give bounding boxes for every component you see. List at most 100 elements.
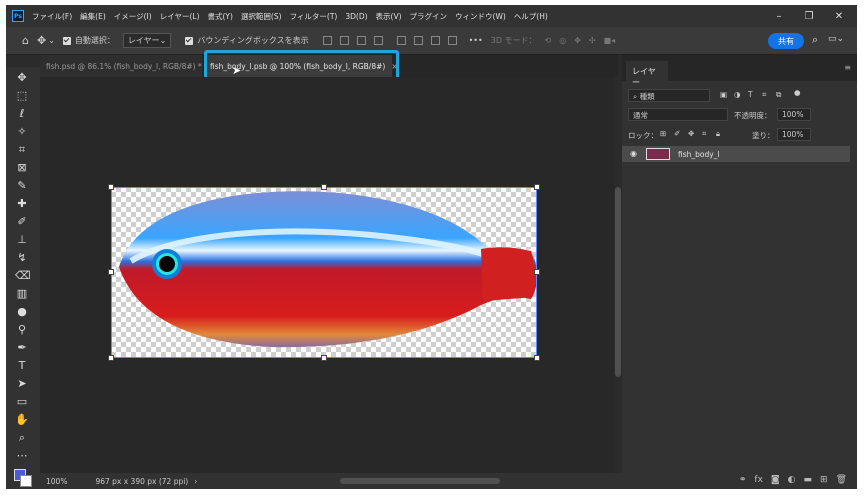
transform-handle-top-left[interactable] xyxy=(108,184,114,190)
filter-smart-object-icon[interactable]: ⧉ xyxy=(776,90,781,100)
share-button[interactable]: 共有 xyxy=(768,33,804,49)
opacity-input[interactable]: 100% xyxy=(777,108,811,121)
align-top-icon[interactable] xyxy=(373,36,383,45)
menu-type[interactable]: 書式(Y) xyxy=(208,11,233,22)
new-layer-icon[interactable]: ⊞ xyxy=(820,475,828,485)
lock-artboard-icon[interactable]: ⌗ xyxy=(702,129,706,139)
clone-stamp-tool-icon[interactable]: ⊥ xyxy=(15,233,29,247)
blur-tool-icon[interactable]: ● xyxy=(15,305,29,319)
menu-image[interactable]: イメージ(I) xyxy=(114,11,152,22)
panel-menu-icon[interactable]: ≡ xyxy=(844,63,851,72)
eraser-tool-icon[interactable]: ⌫ xyxy=(15,269,31,283)
delete-layer-icon[interactable]: 🗑︎ xyxy=(836,475,847,485)
more-tools-icon[interactable]: ⋯ xyxy=(15,449,29,463)
auto-select-checkbox[interactable]: 自動選択： xyxy=(62,35,115,46)
transform-handle-bottom-right[interactable] xyxy=(534,355,540,361)
3d-orbit-icon[interactable]: ⟲ xyxy=(545,36,552,45)
add-mask-icon[interactable]: ◙ xyxy=(771,475,780,485)
align-left-icon[interactable] xyxy=(322,36,332,45)
link-layers-icon[interactable]: ⚭ xyxy=(739,475,747,485)
horizontal-scroll-thumb[interactable] xyxy=(340,478,500,484)
transform-handle-top-right[interactable] xyxy=(534,184,540,190)
crop-tool-icon[interactable]: ⌗ xyxy=(15,143,29,157)
type-tool-icon[interactable]: T xyxy=(15,359,29,373)
menu-3d[interactable]: 3D(D) xyxy=(345,12,367,21)
3d-roll-icon[interactable]: ◎ xyxy=(559,36,566,45)
layer-row[interactable]: ◉ fish_body_l xyxy=(622,146,850,162)
menu-layer[interactable]: レイヤー(L) xyxy=(160,11,200,22)
transform-handle-bottom-left[interactable] xyxy=(108,355,114,361)
transform-bounding-box[interactable] xyxy=(111,187,537,358)
eyedropper-tool-icon[interactable]: ✎ xyxy=(15,179,29,193)
menu-file[interactable]: ファイル(F) xyxy=(32,11,72,22)
3d-pan-icon[interactable]: ✥ xyxy=(574,36,581,45)
menu-view[interactable]: 表示(V) xyxy=(376,11,402,22)
distribute-left-icon[interactable] xyxy=(396,36,406,45)
zoom-tool-icon[interactable]: ⌕ xyxy=(15,431,29,445)
blend-mode-dropdown[interactable]: 通常 xyxy=(628,108,728,121)
menu-edit[interactable]: 編集(E) xyxy=(80,11,106,22)
healing-brush-tool-icon[interactable]: ✚ xyxy=(15,197,29,211)
lock-all-icon[interactable]: 🔒︎ xyxy=(716,129,720,139)
fx-icon[interactable]: fx xyxy=(754,475,763,485)
auto-select-dropdown[interactable]: レイヤー ⌄ xyxy=(122,33,172,48)
distribute-center-icon[interactable] xyxy=(413,36,423,45)
lock-image-icon[interactable]: ✐ xyxy=(674,129,680,138)
background-color-swatch[interactable] xyxy=(20,475,32,487)
move-tool-icon[interactable]: ✥ xyxy=(37,34,46,47)
tab-layers[interactable]: レイヤー xyxy=(626,61,668,87)
chevron-right-icon[interactable]: › xyxy=(194,477,197,486)
filter-type-icon[interactable]: T xyxy=(748,90,753,99)
transform-handle-right[interactable] xyxy=(534,269,540,275)
transform-handle-top[interactable] xyxy=(321,184,327,190)
brush-tool-icon[interactable]: ✐ xyxy=(15,215,29,229)
filter-shape-icon[interactable]: ⌗ xyxy=(762,90,766,100)
path-selection-tool-icon[interactable]: ➤ xyxy=(15,377,29,391)
restore-icon[interactable]: ❐ xyxy=(794,5,824,27)
lock-position-icon[interactable]: ✥ xyxy=(688,129,694,138)
lasso-tool-icon[interactable]: ℓ xyxy=(15,107,29,121)
eye-icon[interactable]: ◉ xyxy=(630,149,637,158)
marquee-tool-icon[interactable]: ⬚ xyxy=(15,89,29,103)
align-center-icon[interactable] xyxy=(339,36,349,45)
filter-toggle-icon[interactable]: ● xyxy=(794,88,801,97)
menu-help[interactable]: ヘルプ(H) xyxy=(514,11,548,22)
adjustment-layer-icon[interactable]: ◐ xyxy=(788,475,796,485)
menu-window[interactable]: ウィンドウ(W) xyxy=(455,11,506,22)
dodge-tool-icon[interactable]: ⚲ xyxy=(15,323,29,337)
menu-plugins[interactable]: プラグイン xyxy=(410,11,448,22)
more-options-button[interactable]: ••• xyxy=(469,36,483,45)
align-right-icon[interactable] xyxy=(356,36,366,45)
hand-tool-icon[interactable]: ✋ xyxy=(15,413,29,427)
menu-filter[interactable]: フィルター(T) xyxy=(290,11,338,22)
transform-handle-left[interactable] xyxy=(108,269,114,275)
zoom-level[interactable]: 100% xyxy=(46,477,67,486)
3d-camera-icon[interactable]: ■◂ xyxy=(604,36,616,45)
distribute-right-icon[interactable] xyxy=(430,36,440,45)
rectangle-tool-icon[interactable]: ▭ xyxy=(15,395,29,409)
3d-slide-icon[interactable]: ✣ xyxy=(589,36,596,45)
layer-filter-dropdown[interactable]: ⌕ 種類 xyxy=(628,89,710,102)
layer-name[interactable]: fish_body_l xyxy=(678,150,720,159)
frame-tool-icon[interactable]: ⊠ xyxy=(15,161,29,175)
vertical-scrollbar[interactable] xyxy=(614,77,622,473)
pen-tool-icon[interactable]: ✒ xyxy=(15,341,29,355)
move-tool-icon[interactable]: ✥ xyxy=(15,71,29,85)
tab-fish-psd[interactable]: fish.psd @ 86.1% (fish_body_l, RGB/8#) *… xyxy=(40,55,214,77)
lock-transparent-icon[interactable]: ⊞ xyxy=(660,129,666,138)
filter-pixel-icon[interactable]: ▣ xyxy=(720,90,727,99)
bounding-box-checkbox[interactable]: バウンディングボックスを表示 xyxy=(185,35,309,46)
document-dimensions[interactable]: 967 px x 390 px (72 ppi) xyxy=(95,477,188,486)
workspace-icon[interactable]: ▭⌄ xyxy=(828,34,844,44)
new-group-icon[interactable]: ▬ xyxy=(804,475,813,485)
menu-select[interactable]: 選択範囲(S) xyxy=(241,11,282,22)
filter-adjustment-icon[interactable]: ◑ xyxy=(734,90,741,99)
transform-handle-bottom[interactable] xyxy=(321,355,327,361)
history-brush-tool-icon[interactable]: ↯ xyxy=(15,251,29,265)
fill-input[interactable]: 100% xyxy=(777,128,811,141)
magic-wand-tool-icon[interactable]: ✧ xyxy=(15,125,29,139)
home-icon[interactable]: ⌂ xyxy=(22,34,29,47)
gradient-tool-icon[interactable]: ▥ xyxy=(15,287,29,301)
close-icon[interactable]: ✕ xyxy=(824,5,854,27)
minimize-icon[interactable]: – xyxy=(764,5,794,27)
